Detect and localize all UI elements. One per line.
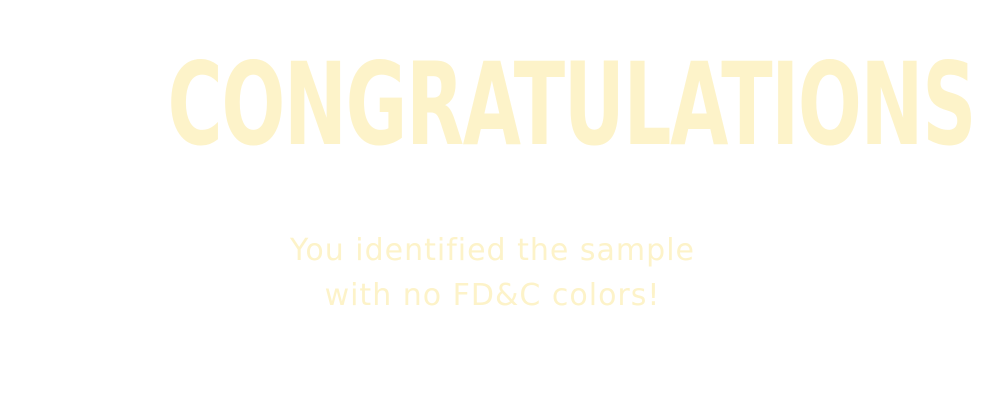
congratulations-screen: CONGRATULATIONS! You identified the samp… [0, 0, 985, 406]
result-message: You identified the sample with no FD&C c… [0, 228, 985, 318]
result-message-line-2: with no FD&C colors! [324, 278, 661, 313]
result-message-line-1: You identified the sample [290, 233, 695, 268]
congratulations-headline: CONGRATULATIONS! [167, 38, 985, 171]
